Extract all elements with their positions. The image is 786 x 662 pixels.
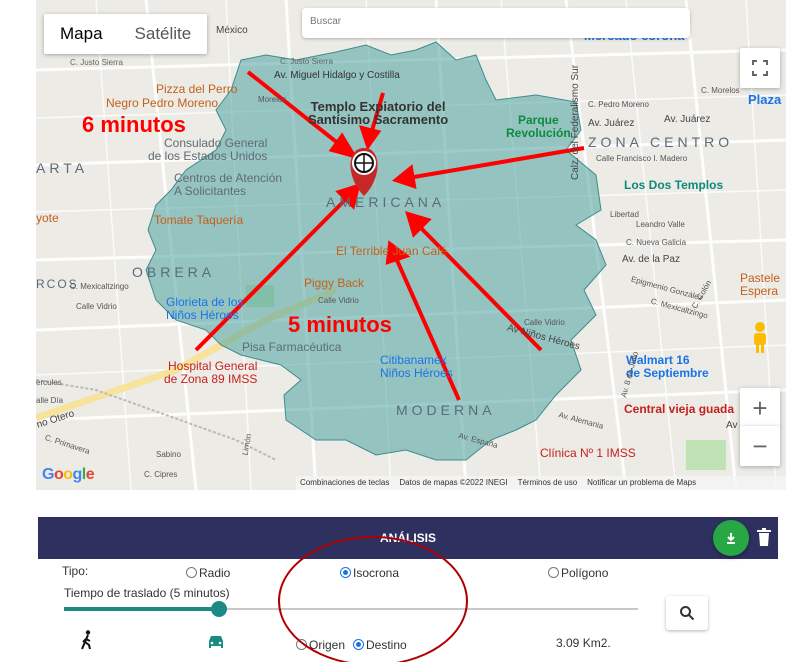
minus-icon: −: [752, 430, 768, 461]
map-label: Av. Juárez: [664, 114, 711, 125]
zoom-in-button[interactable]: +: [740, 388, 780, 428]
type-option-radio[interactable]: Radio: [186, 566, 230, 580]
map-label: Glorieta de los Niños Héroes: [166, 295, 244, 322]
map-type-toggle: Mapa Satélite: [44, 14, 208, 54]
map-label: Av. Juárez: [588, 118, 635, 129]
tipo-label: Tipo:: [62, 564, 89, 578]
map-view[interactable]: México C. Justo Sierra C. Justo Sierra M…: [36, 0, 786, 490]
map-label: Av. de la Paz: [622, 254, 680, 265]
travel-time-slider-thumb[interactable]: [210, 601, 227, 617]
map-label: C. Nueva Galicia: [626, 238, 687, 247]
map-label: Clínica Nº 1 IMSS: [540, 446, 636, 460]
map-search-input[interactable]: Buscar: [302, 8, 690, 38]
map-label: Av. Miguel Hidalgo y Costilla: [274, 70, 400, 81]
map-type-mapa-button[interactable]: Mapa: [44, 14, 119, 54]
map-label: C. Mexicaltzingo: [70, 282, 129, 291]
option-label: Radio: [199, 566, 231, 580]
map-label: Calle Vidrio: [318, 296, 359, 305]
map-label: AMERICANA: [326, 194, 446, 210]
map-label: C. Cipres: [144, 470, 178, 479]
map-label: Consulado General de los Estados Unidos: [148, 136, 268, 163]
pegman-button[interactable]: [740, 318, 780, 358]
map-label: Calle Francisco I. Madero: [596, 154, 688, 163]
walking-icon[interactable]: [80, 630, 94, 650]
map-label: Pisa Farmacéutica: [242, 340, 342, 354]
map-label: ARTA: [36, 160, 89, 176]
car-icon[interactable]: [206, 634, 226, 650]
map-label: C. Justo Sierra: [280, 57, 333, 66]
map-label: Calle Vidrio: [524, 318, 565, 327]
radio-button[interactable]: [548, 567, 559, 578]
map-label: Calz. del Federalismo Sur: [570, 64, 581, 180]
area-value: 3.09 Km2.: [556, 636, 611, 650]
map-label: Citibanamex Niños Héroes: [380, 353, 453, 380]
map-label: Piggy Back: [304, 276, 365, 290]
map-label: yote: [36, 211, 59, 225]
map-type-satellite-button[interactable]: Satélite: [119, 14, 208, 54]
travel-time-slider-fill: [64, 607, 219, 611]
map-label: C. Pedro Moreno: [588, 100, 649, 109]
map-label: Centros de Atención A Solicitantes: [174, 171, 283, 198]
map-label: Leandro Valle: [636, 220, 685, 229]
download-button[interactable]: [713, 520, 749, 556]
search-button[interactable]: [666, 596, 708, 630]
map-label: ZONA CENTRO: [588, 134, 734, 150]
map-label: Los Dos Templos: [624, 178, 724, 192]
google-logo: Google: [42, 466, 95, 483]
map-label: Tomate Taquería: [154, 213, 244, 227]
plus-icon: +: [752, 392, 768, 423]
annotation-5-minutos: 5 minutos: [288, 312, 392, 337]
map-label: Templo Expiatorio del Santísimo Sacramen…: [308, 99, 449, 127]
map-label: Morelos: [258, 95, 287, 104]
annotation-ellipse: [278, 536, 468, 662]
option-label: Polígono: [561, 566, 609, 580]
map-label: Sabino: [156, 450, 181, 459]
search-icon: [680, 606, 695, 621]
map-label: México: [216, 25, 248, 36]
map-footer: Combinaciones de teclas Datos de mapas ©…: [296, 476, 786, 490]
map-label: C. Morelos: [701, 86, 740, 95]
report-problem-link[interactable]: Notificar un problema de Maps: [587, 476, 696, 490]
keyboard-shortcuts-link[interactable]: Combinaciones de teclas: [300, 476, 389, 490]
map-data-text: Datos de mapas ©2022 INEGI: [399, 478, 508, 487]
map-label: Negro Pedro Moreno: [106, 96, 219, 110]
zoom-out-button[interactable]: −: [740, 426, 780, 466]
app-root: México C. Justo Sierra C. Justo Sierra M…: [0, 0, 786, 662]
map-label: Pizza del Perro: [156, 82, 238, 96]
map-label: C. Justo Sierra: [70, 58, 123, 67]
pegman-icon: [754, 322, 766, 353]
radio-button[interactable]: [186, 567, 197, 578]
map-label: MODERNA: [396, 402, 496, 418]
map-label: OBRERA: [132, 264, 216, 280]
annotation-6-minutos: 6 minutos: [82, 112, 186, 137]
slider-label: Tiempo de traslado (5 minutos): [64, 586, 230, 600]
map-label: Central vieja guada: [624, 402, 735, 416]
map-label: Hospital General de Zona 89 IMSS: [164, 359, 258, 386]
terms-link[interactable]: Términos de uso: [518, 476, 578, 490]
fullscreen-button[interactable]: [740, 48, 780, 88]
map-label: ercules: [36, 378, 62, 387]
map-label: El Terrible Juan Café: [336, 244, 448, 258]
trash-icon[interactable]: [757, 528, 771, 546]
map-label: Parque Revolución: [506, 113, 571, 140]
map-label: Calle Vidrio: [76, 302, 117, 311]
type-option-poligono[interactable]: Polígono: [548, 566, 608, 580]
map-label: Libertad: [610, 210, 639, 219]
map-label: Pastele Espera: [740, 271, 781, 298]
map-label: alle Día: [36, 396, 64, 405]
map-label: Plaza: [748, 92, 782, 107]
fullscreen-icon: [752, 60, 768, 76]
download-icon: [727, 533, 735, 544]
